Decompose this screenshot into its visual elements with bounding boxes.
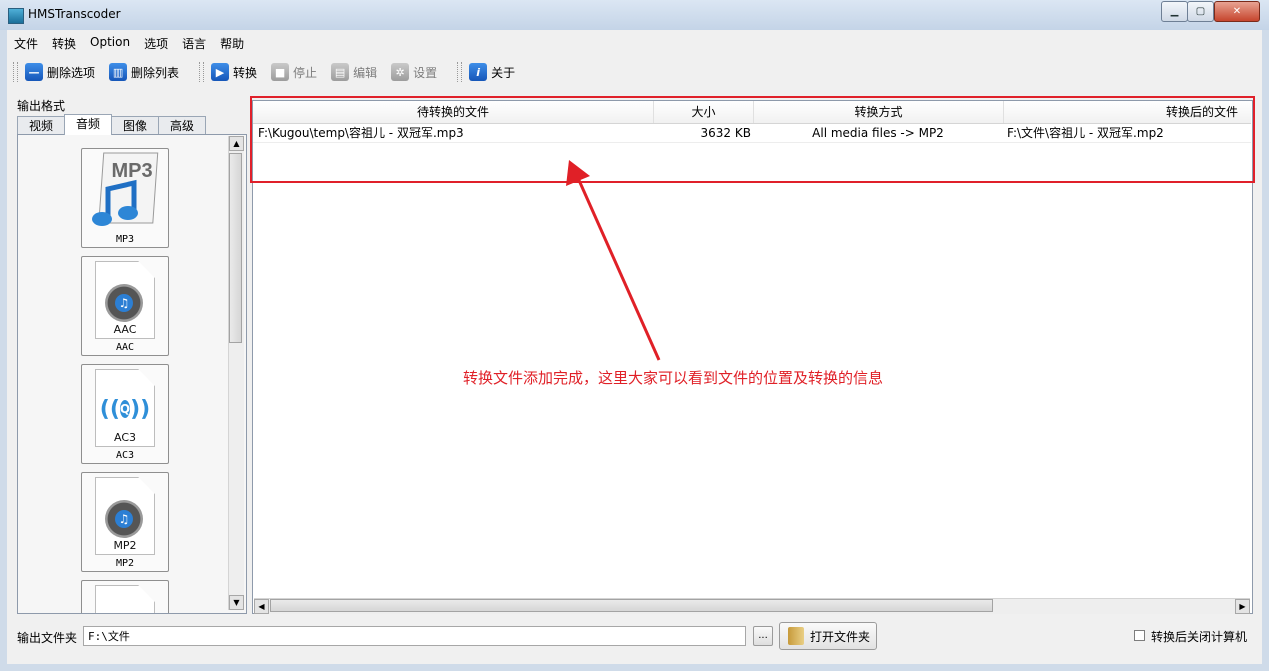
format-caption: AAC — [115, 342, 135, 353]
settings-button[interactable]: ✲ 设置 — [391, 63, 437, 81]
scrollbar-thumb[interactable] — [229, 153, 242, 343]
convert-button[interactable]: ▶ 转换 — [211, 63, 257, 81]
format-caption: MP2 — [115, 558, 135, 569]
format-item-ac3[interactable]: ((Q)) AC3 AC3 — [81, 364, 169, 464]
toolbar-grip[interactable] — [13, 62, 18, 82]
app-icon — [8, 8, 24, 24]
menu-help[interactable]: 帮助 — [213, 33, 251, 53]
folder-icon — [788, 627, 804, 645]
title-bar — [0, 0, 1269, 30]
stop-label: 停止 — [293, 65, 318, 80]
about-label: 关于 — [491, 65, 516, 80]
mp3-music-icon: MP3 — [92, 152, 159, 226]
close-icon: ✕ — [1232, 6, 1242, 17]
format-item-partial[interactable] — [81, 580, 169, 613]
format-item-mp3[interactable]: MP3 MP3 — [81, 148, 169, 248]
audio-file-icon — [95, 585, 155, 613]
quicktime-icon: ((Q)) — [99, 396, 151, 422]
toolbar-grip[interactable] — [199, 62, 205, 82]
tab-advanced[interactable]: 高级 — [158, 116, 207, 135]
open-folder-button[interactable]: 打开文件夹 — [779, 622, 877, 650]
close-button[interactable]: ✕ — [1214, 1, 1260, 22]
scroll-right-icon[interactable]: ▶ — [1235, 599, 1250, 614]
menu-bar: 文件 转换 Option 选项 语言 帮助 — [7, 33, 251, 53]
tab-audio[interactable]: 音频 — [64, 114, 113, 135]
stop-button[interactable]: ■ 停止 — [271, 63, 317, 81]
mp2-file-icon: ♫ MP2 — [95, 477, 155, 555]
minus-icon: — — [25, 63, 43, 81]
music-note-icon: ♫ — [115, 510, 133, 528]
menu-options[interactable]: 选项 — [137, 33, 175, 53]
aac-icon-text: AAC — [113, 323, 137, 336]
format-item-aac[interactable]: ♫ AAC AAC — [81, 256, 169, 356]
gear-icon: ✲ — [391, 63, 410, 81]
scroll-left-icon[interactable]: ◀ — [254, 599, 269, 614]
settings-label: 设置 — [413, 65, 438, 80]
edit-label: 编辑 — [353, 65, 378, 80]
format-item-mp2[interactable]: ♫ MP2 MP2 — [81, 472, 169, 572]
delete-list-button[interactable]: ▥ 删除列表 — [109, 63, 179, 81]
output-format-label: 输出格式 — [17, 99, 66, 113]
mp3-icon-text: MP3 — [111, 160, 152, 182]
menu-option[interactable]: Option — [83, 33, 137, 53]
delete-item-button[interactable]: — 删除选项 — [25, 63, 95, 81]
open-folder-label: 打开文件夹 — [810, 629, 871, 644]
scroll-down-icon[interactable]: ▼ — [229, 595, 244, 610]
shutdown-label[interactable]: 转换后关闭计算机 — [1151, 628, 1247, 645]
edit-button[interactable]: ▤ 编辑 — [331, 63, 377, 81]
minimize-icon: ▁ — [1170, 6, 1179, 17]
trash-icon: ▥ — [109, 63, 128, 81]
stop-icon: ■ — [271, 63, 290, 81]
play-icon: ▶ — [211, 63, 230, 81]
music-note-icon: ♫ — [115, 294, 133, 312]
annotation-text: 转换文件添加完成，这里大家可以看到文件的位置及转换的信息 — [463, 369, 884, 387]
tab-image[interactable]: 图像 — [111, 116, 160, 135]
scrollbar-thumb[interactable] — [270, 599, 993, 612]
mp2-icon-text: MP2 — [113, 539, 137, 552]
scroll-up-icon[interactable]: ▲ — [229, 136, 244, 151]
ac3-file-icon: ((Q)) AC3 — [95, 369, 155, 447]
annotation-highlight-box — [250, 96, 1255, 183]
menu-file[interactable]: 文件 — [7, 33, 45, 53]
about-button[interactable]: i 关于 — [469, 63, 515, 81]
minimize-button[interactable]: ▁ — [1161, 1, 1188, 22]
output-folder-label: 输出文件夹 — [17, 631, 78, 645]
output-folder-input[interactable]: F:\文件 — [83, 626, 746, 646]
menu-convert[interactable]: 转换 — [45, 33, 83, 53]
browse-button[interactable]: ... — [753, 626, 773, 646]
tab-video[interactable]: 视频 — [17, 116, 66, 135]
convert-label: 转换 — [233, 65, 258, 80]
delete-list-label: 删除列表 — [131, 65, 180, 80]
menu-language[interactable]: 语言 — [175, 33, 213, 53]
toolbar-grip[interactable] — [457, 62, 463, 82]
ac3-icon-text: AC3 — [113, 431, 136, 444]
info-icon: i — [469, 63, 488, 81]
maximize-icon: ▢ — [1195, 6, 1206, 17]
format-caption: MP3 — [115, 234, 135, 245]
shutdown-checkbox[interactable] — [1134, 630, 1145, 641]
toolbar: — 删除选项 ▥ 删除列表 ▶ 转换 ■ 停止 ▤ 编辑 ✲ 设置 i 关于 — [7, 57, 1262, 87]
format-caption: AC3 — [115, 450, 135, 461]
delete-item-label: 删除选项 — [47, 65, 96, 80]
aac-file-icon: ♫ AAC — [95, 261, 155, 339]
format-tabs: 视频 音频 图像 高级 — [17, 114, 207, 135]
window-title: HMSTranscoder — [28, 7, 121, 21]
format-list: MP3 MP3 ♫ AAC AAC ((Q)) AC3 AC3 ♫ MP2 MP… — [17, 134, 247, 614]
film-edit-icon: ▤ — [331, 63, 350, 81]
maximize-button[interactable]: ▢ — [1187, 1, 1214, 22]
